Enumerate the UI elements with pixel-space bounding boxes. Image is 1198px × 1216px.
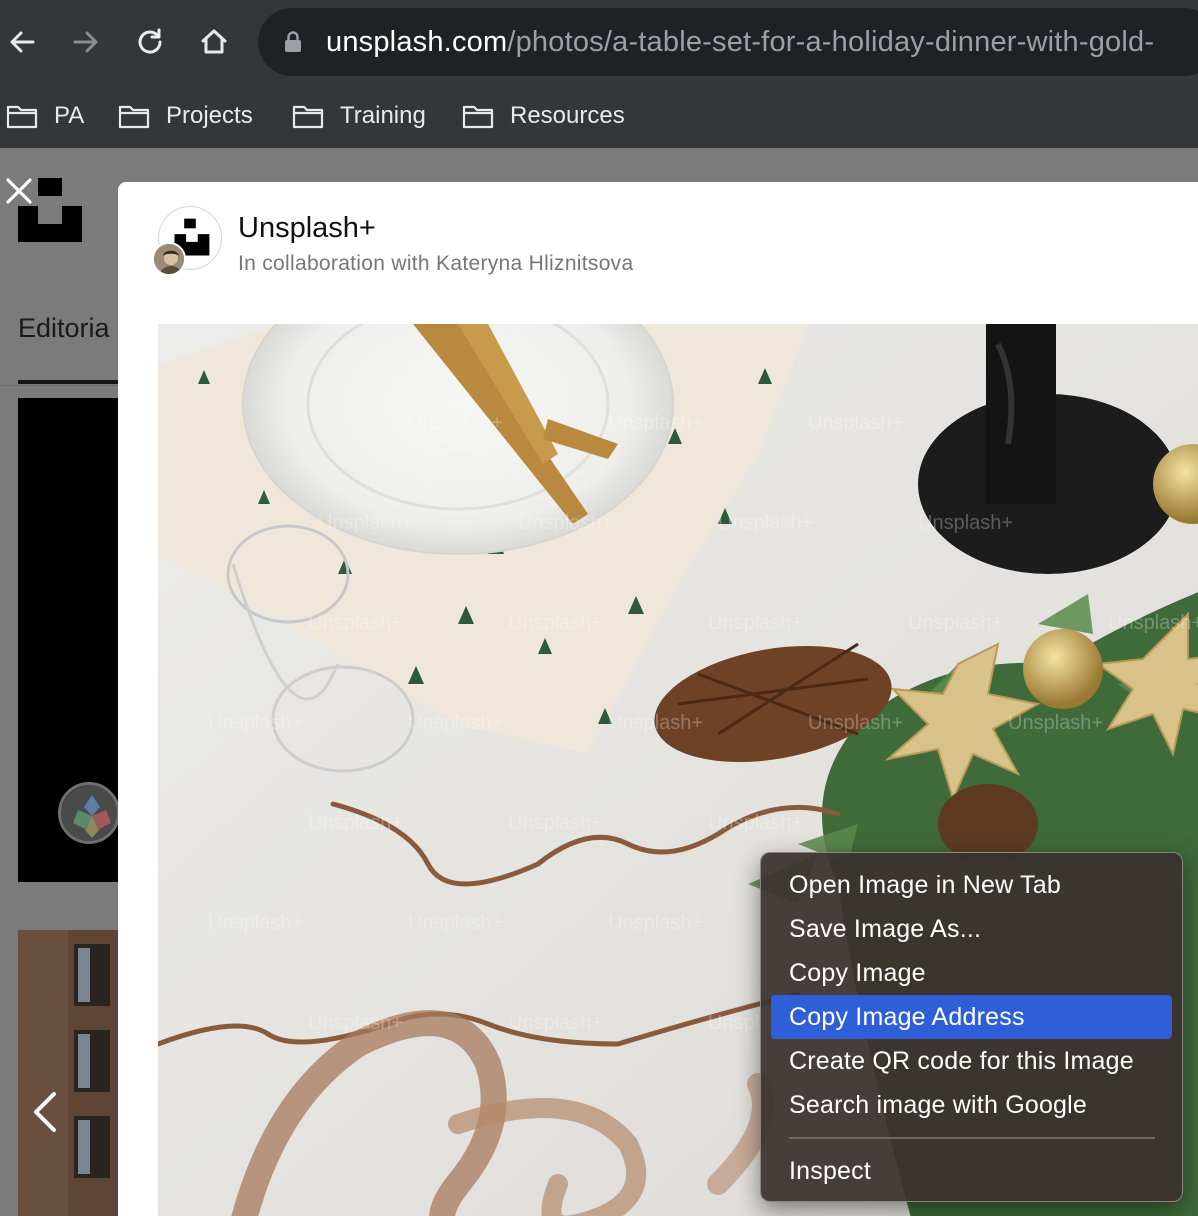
tab-active-underline [18, 380, 118, 384]
watermark: Unsplash+ [408, 412, 503, 434]
tab-editorial[interactable]: Editoria [18, 313, 118, 344]
watermark: Unsplash+ [518, 512, 613, 534]
menu-item-open-image-new-tab[interactable]: Open Image in New Tab [771, 863, 1172, 907]
menu-separator [789, 1137, 1155, 1139]
menu-item-copy-image-address[interactable]: Copy Image Address [771, 995, 1172, 1039]
watermark: Unsplash+ [208, 912, 303, 934]
watermark: Unsplash+ [708, 812, 803, 834]
bookmark-folder-projects[interactable]: Projects [118, 96, 253, 136]
reload-button[interactable] [128, 20, 172, 64]
folder-icon [292, 105, 324, 129]
folder-icon [462, 105, 494, 129]
forward-arrow-icon [73, 31, 98, 53]
url-text: unsplash.com/photos/a-table-set-for-a-ho… [326, 24, 1154, 60]
url-host: unsplash.com [326, 26, 508, 58]
folder-icon [118, 105, 150, 129]
watermark: Unsplash+ [408, 712, 503, 734]
building-illustration [18, 930, 118, 1216]
watermark: Unsplash+ [808, 712, 903, 734]
chevron-left-icon[interactable] [28, 1090, 64, 1134]
bookmark-label: Training [340, 102, 426, 129]
bookmark-label: Resources [510, 102, 625, 129]
url-path: /photos/a-table-set-for-a-holiday-dinner… [507, 26, 1155, 58]
bookmark-folder-resources[interactable]: Resources [462, 96, 625, 136]
bookmark-folder-pa[interactable]: PA [6, 96, 84, 136]
watermark: Unsplash+ [508, 612, 603, 634]
person-photo-icon [154, 244, 184, 274]
watermark: Unsplash+ [718, 512, 813, 534]
menu-item-inspect[interactable]: Inspect [771, 1149, 1172, 1193]
watermark: Unsplash+ [308, 612, 403, 634]
forward-button[interactable] [64, 20, 108, 64]
watermark: Unsplash+ [708, 612, 803, 634]
bookmark-folder-training[interactable]: Training [292, 96, 426, 136]
watermark: Unsplash+ [608, 912, 703, 934]
watermark: Unsplash+ [808, 412, 903, 434]
folder-icon [6, 105, 38, 129]
watermark: Unsplash+ [508, 812, 603, 834]
reload-icon [138, 28, 162, 54]
author-name[interactable]: Unsplash+ [238, 212, 376, 245]
back-arrow-icon [10, 31, 35, 53]
watermark: Unsplash+ [408, 912, 503, 934]
menu-item-search-image-google[interactable]: Search image with Google [771, 1083, 1172, 1127]
address-bar[interactable]: unsplash.com/photos/a-table-set-for-a-ho… [258, 8, 1198, 76]
watermark: Unsplash+ [908, 612, 1003, 634]
watermark: Unsplash+ [918, 512, 1013, 534]
menu-item-copy-image[interactable]: Copy Image [771, 951, 1172, 995]
collaboration-credit: In collaboration with Kateryna Hliznitso… [238, 252, 634, 275]
watermark: Unsplash+ [1108, 612, 1198, 634]
context-menu: Open Image in New Tab Save Image As... C… [760, 852, 1183, 1202]
bookmark-label: Projects [166, 102, 253, 129]
bookmarks-bar: PA Projects Training Resources [0, 84, 1198, 148]
menu-item-save-image-as[interactable]: Save Image As... [771, 907, 1172, 951]
photographer-avatar[interactable] [58, 782, 120, 844]
home-button[interactable] [192, 20, 236, 64]
back-button[interactable] [0, 20, 44, 64]
menu-item-create-qr-code[interactable]: Create QR code for this Image [771, 1039, 1172, 1083]
watermark: Unsplash+ [508, 1012, 603, 1034]
watermark: Unsplash+ [208, 712, 303, 734]
background-photo-thumbnail-building[interactable] [18, 930, 118, 1216]
close-icon[interactable] [4, 176, 34, 206]
collaborator-avatar[interactable] [152, 242, 186, 276]
watermark: Unsplash+ [1008, 712, 1103, 734]
watermark: Unsplash+ [318, 512, 413, 534]
watermark: Unsplash+ [308, 1012, 403, 1034]
watermark: Unsplash+ [308, 812, 403, 834]
lock-icon [285, 31, 301, 52]
home-icon [201, 29, 227, 54]
watermark: Unsplash+ [608, 712, 703, 734]
tab-divider [0, 385, 118, 386]
browser-toolbar: unsplash.com/photos/a-table-set-for-a-ho… [0, 0, 1198, 84]
watermark: Unsplash+ [608, 412, 703, 434]
bookmark-label: PA [54, 102, 85, 129]
